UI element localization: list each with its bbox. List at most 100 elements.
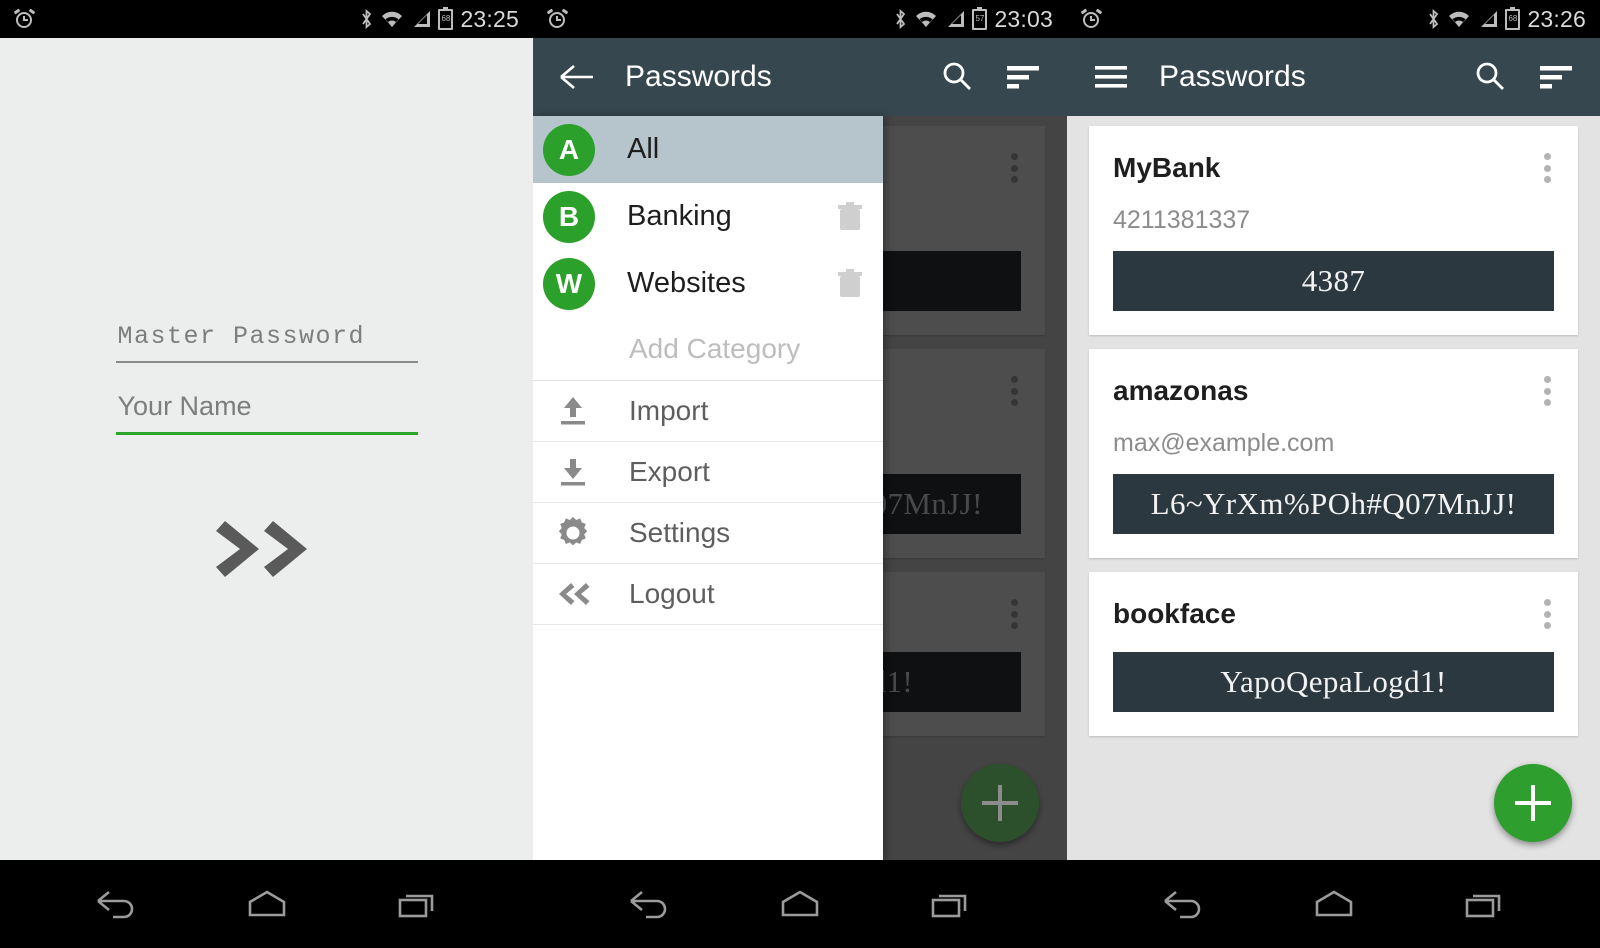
- card-title: MyBank: [1113, 152, 1221, 183]
- android-nav-bar: [533, 860, 1067, 948]
- status-clock: 23:03: [994, 5, 1053, 32]
- sort-icon[interactable]: [997, 51, 1049, 103]
- wifi-icon: [1449, 11, 1470, 27]
- wifi-icon: [382, 11, 403, 27]
- your-name-input[interactable]: Your Name: [116, 387, 418, 432]
- category-avatar: A: [543, 123, 595, 176]
- password-card[interactable]: MyBank 4211381337 4387: [1089, 126, 1578, 335]
- status-icons: 68 23:26: [1427, 6, 1586, 33]
- alarm-icon: [1080, 8, 1103, 30]
- battery-level: 68: [441, 14, 451, 23]
- menu-item-export[interactable]: Export: [533, 442, 883, 503]
- trash-icon[interactable]: [837, 268, 863, 299]
- alarm-icon: [546, 8, 569, 30]
- menu-item-label: Export: [629, 456, 710, 487]
- add-password-fab[interactable]: [1494, 764, 1572, 842]
- category-avatar: W: [543, 257, 595, 310]
- panel-login: 68 23:25 Master Password Your Name: [0, 0, 533, 948]
- password-card-list: MyBank 4211381337 4387 amazonas max@exam…: [1067, 116, 1600, 860]
- home-nav-icon[interactable]: [770, 882, 830, 926]
- master-password-field[interactable]: Master Password: [115, 318, 418, 363]
- master-password-underline: [115, 361, 418, 363]
- battery-icon: 68: [1505, 6, 1521, 30]
- recents-nav-icon[interactable]: [388, 882, 448, 926]
- search-icon[interactable]: [1464, 51, 1516, 103]
- status-bar: 68 23:25: [0, 0, 533, 38]
- panel-password-list: 68 23:26 Passwords MyBank 4211381337 438…: [1067, 0, 1600, 948]
- sidebar-item-label: All: [627, 133, 660, 165]
- card-title: amazonas: [1113, 375, 1249, 406]
- category-avatar: B: [543, 190, 595, 243]
- menu-item-import[interactable]: Import: [533, 381, 883, 442]
- sidebar-item-banking[interactable]: B Banking: [533, 183, 883, 250]
- battery-icon: 68: [438, 6, 454, 30]
- login-submit-button[interactable]: [212, 509, 322, 589]
- add-category-input[interactable]: Add Category: [533, 317, 883, 381]
- your-name-field[interactable]: Your Name: [115, 387, 418, 435]
- status-icons: 57 23:03: [894, 6, 1053, 33]
- card-password[interactable]: 4387: [1113, 251, 1554, 311]
- wifi-icon: [916, 11, 937, 27]
- recents-nav-icon[interactable]: [921, 882, 981, 926]
- bluetooth-icon: [1429, 9, 1439, 29]
- login-form: Master Password Your Name: [0, 38, 533, 860]
- alarm-icon: [13, 8, 36, 30]
- menu-item-label: Logout: [629, 578, 715, 609]
- signal-icon: [948, 11, 965, 27]
- upload-icon: [543, 391, 603, 431]
- back-nav-icon[interactable]: [619, 882, 679, 926]
- add-password-fab[interactable]: [961, 764, 1039, 842]
- status-icons: 68 23:25: [360, 6, 519, 33]
- plus-icon-vertical: [1531, 785, 1535, 821]
- sidebar-item-all[interactable]: A All: [533, 116, 883, 183]
- sidebar-item-websites[interactable]: W Websites: [533, 250, 883, 317]
- battery-level: 57: [975, 14, 985, 23]
- card-overflow-menu-icon[interactable]: [1536, 594, 1558, 634]
- home-nav-icon[interactable]: [237, 882, 297, 926]
- back-nav-icon[interactable]: [86, 882, 146, 926]
- card-password[interactable]: YapoQepaLogd1!: [1113, 652, 1554, 712]
- page-title: Passwords: [625, 60, 772, 93]
- battery-level: 68: [1508, 14, 1518, 23]
- menu-item-label: Import: [629, 395, 709, 426]
- card-subtitle: max@example.com: [1113, 429, 1335, 457]
- status-bar: 68 23:26: [1067, 0, 1600, 38]
- menu-item-label: Settings: [629, 517, 731, 548]
- double-chevron-left-icon: [543, 574, 603, 614]
- recents-nav-icon[interactable]: [1455, 882, 1515, 926]
- three-panel-screenshot: 68 23:25 Master Password Your Name 57 23…: [0, 0, 1600, 948]
- home-nav-icon[interactable]: [1304, 882, 1364, 926]
- trash-icon[interactable]: [837, 201, 863, 232]
- hamburger-menu-icon[interactable]: [1085, 51, 1137, 103]
- sort-icon[interactable]: [1530, 51, 1582, 103]
- signal-icon: [414, 11, 431, 27]
- card-overflow-menu-icon[interactable]: [1536, 371, 1558, 411]
- status-clock: 23:26: [1527, 5, 1586, 32]
- navigation-drawer: A All B Banking W Websites Add Category …: [533, 116, 883, 860]
- double-chevron-right-icon: [215, 521, 307, 577]
- menu-item-logout[interactable]: Logout: [533, 564, 883, 625]
- app-bar: Passwords: [1067, 38, 1600, 116]
- menu-item-settings[interactable]: Settings: [533, 503, 883, 564]
- master-password-input[interactable]: Master Password: [116, 318, 418, 361]
- page-title: Passwords: [1159, 60, 1306, 93]
- card-password[interactable]: L6~YrXm%POh#Q07MnJJ!: [1113, 474, 1554, 534]
- password-card[interactable]: amazonas max@example.com L6~YrXm%POh#Q07…: [1089, 349, 1578, 558]
- back-arrow-icon[interactable]: [551, 51, 603, 103]
- plus-icon-vertical: [998, 785, 1002, 821]
- sidebar-item-label: Banking: [627, 200, 732, 232]
- android-nav-bar: [1067, 860, 1600, 948]
- signal-icon: [1481, 11, 1498, 27]
- card-subtitle: 4211381337: [1113, 206, 1251, 234]
- back-nav-icon[interactable]: [1153, 882, 1213, 926]
- bluetooth-icon: [362, 9, 372, 29]
- password-card[interactable]: bookface YapoQepaLogd1!: [1089, 572, 1578, 736]
- your-name-underline: [115, 432, 418, 435]
- sidebar-item-label: Websites: [627, 267, 746, 299]
- download-icon: [543, 452, 603, 492]
- search-icon[interactable]: [931, 51, 983, 103]
- android-nav-bar: [0, 860, 533, 948]
- bluetooth-icon: [896, 9, 906, 29]
- card-overflow-menu-icon[interactable]: [1536, 148, 1558, 188]
- status-bar: 57 23:03: [533, 0, 1067, 38]
